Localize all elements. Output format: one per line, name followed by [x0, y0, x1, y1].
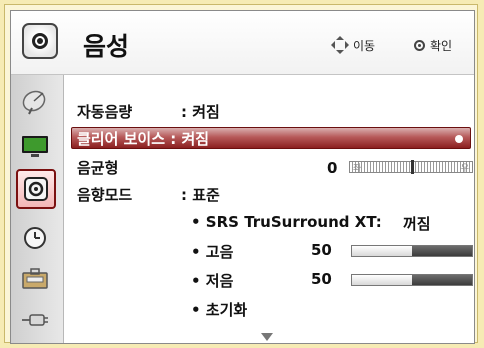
- dpad-arrows-icon: [331, 36, 349, 54]
- auto-volume-value: : 켜짐: [181, 103, 220, 121]
- balance-right-cap: 우: [460, 164, 469, 174]
- sound-mode-value: : 표준: [181, 186, 220, 204]
- bass-slider[interactable]: [351, 274, 473, 286]
- treble-label[interactable]: • 고음: [191, 241, 233, 262]
- sidebar-item-picture[interactable]: [19, 131, 51, 161]
- sidebar-item-time[interactable]: [19, 223, 51, 253]
- ok-label: 확인: [430, 39, 453, 53]
- clock-icon: [24, 227, 46, 249]
- treble-value: 50: [311, 241, 332, 259]
- selection-dot-icon: [455, 135, 463, 143]
- sidebar-item-input[interactable]: [19, 305, 51, 335]
- category-sidebar: [11, 75, 64, 343]
- bass-value: 50: [311, 270, 332, 288]
- tv-screen-icon: [22, 136, 48, 157]
- toolbox-icon: [22, 268, 48, 289]
- sound-mode-label[interactable]: 음향모드: [77, 184, 132, 205]
- srs-value: 꺼짐: [403, 215, 431, 233]
- treble-fill: [352, 246, 412, 256]
- sidebar-item-channel[interactable]: [19, 87, 51, 117]
- satellite-dish-icon: [22, 90, 46, 115]
- balance-thumb[interactable]: [411, 160, 414, 174]
- srs-label[interactable]: • SRS TruSurround XT:: [191, 213, 382, 231]
- menu-content: 자동음량 : 켜짐 클리어 보이스 : 켜짐 음균형 0 좌 우 음향모드 : …: [69, 77, 473, 343]
- move-label: 이동: [353, 38, 376, 53]
- clear-voice-label[interactable]: 클리어 보이스 : 켜짐: [77, 128, 209, 149]
- menu-header: 음성 이동 확인: [11, 11, 474, 75]
- ok-button-icon: [414, 40, 425, 51]
- move-hint: 이동: [331, 36, 375, 54]
- balance-left-cap: 좌: [353, 164, 362, 174]
- balance-slider[interactable]: 좌 우: [349, 160, 473, 174]
- sidebar-item-sound[interactable]: [16, 169, 56, 209]
- reset-label[interactable]: • 초기화: [191, 299, 247, 320]
- speaker-icon: [24, 177, 48, 201]
- auto-volume-label[interactable]: 자동음량: [77, 101, 132, 122]
- balance-label[interactable]: 음균형: [77, 157, 118, 178]
- sound-menu-panel: 음성 이동 확인 자동음량: 켜짐 클리어 보이스: 켜짐 음균형 0 좌 …: [10, 10, 475, 344]
- page-title: 음성: [83, 32, 130, 61]
- treble-slider[interactable]: [351, 245, 473, 257]
- cable-plug-icon: [22, 314, 48, 326]
- speaker-icon: [22, 23, 58, 59]
- balance-value: 0: [327, 159, 338, 177]
- bass-label[interactable]: • 저음: [191, 270, 233, 291]
- ok-hint: 확인: [414, 37, 452, 54]
- scroll-down-arrow-icon[interactable]: [261, 333, 273, 341]
- sidebar-item-option[interactable]: [19, 263, 51, 293]
- bass-fill: [352, 275, 412, 285]
